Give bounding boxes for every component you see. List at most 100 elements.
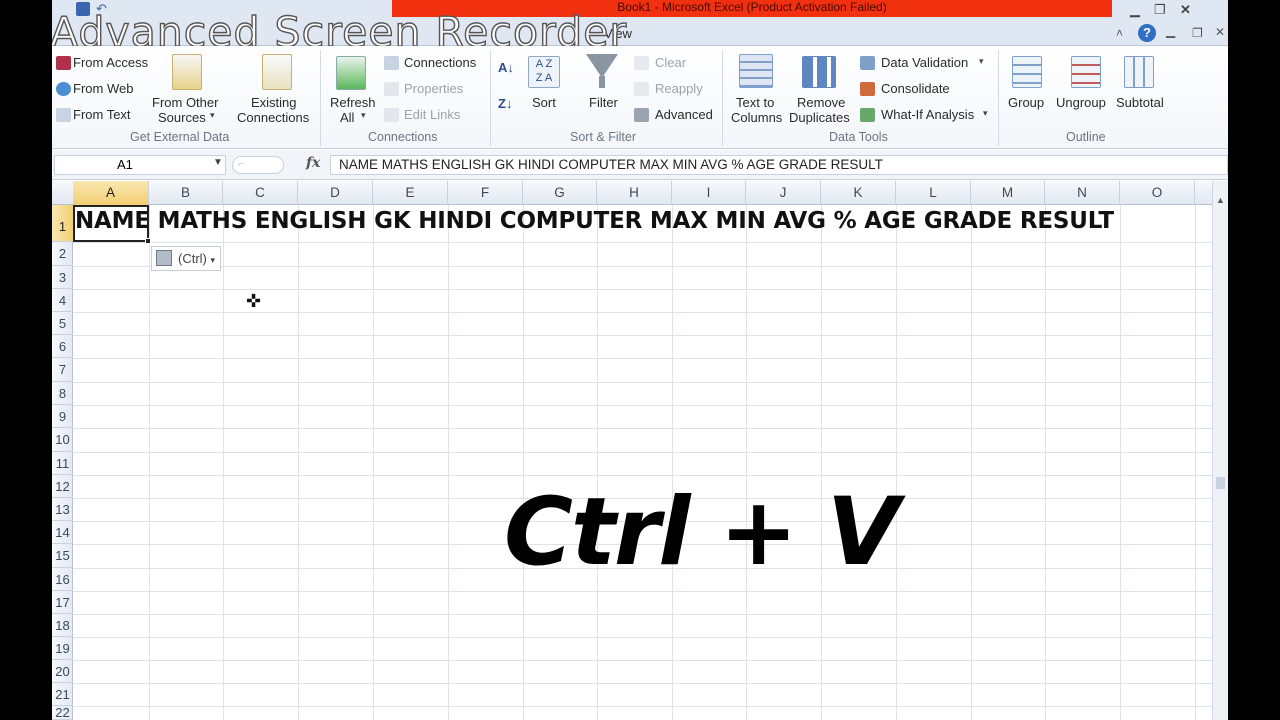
filter-funnel-stem [599, 76, 605, 88]
remove-duplicates-label2[interactable]: Duplicates [789, 110, 850, 125]
row-header-21[interactable]: 21 [52, 683, 73, 706]
column-header-c[interactable]: C [223, 181, 298, 205]
column-header-b[interactable]: B [149, 181, 223, 205]
group-connections: Connections [368, 130, 438, 144]
row-header-11[interactable]: 11 [52, 452, 73, 475]
ungroup-icon [1071, 56, 1101, 88]
column-header-j[interactable]: J [746, 181, 821, 205]
paste-options-button[interactable]: (Ctrl) ▾ [151, 246, 221, 271]
filter-funnel-icon [586, 54, 618, 78]
row-header-20[interactable]: 20 [52, 660, 73, 683]
row-header-17[interactable]: 17 [52, 591, 73, 614]
column-header-i[interactable]: I [672, 181, 746, 205]
fill-handle[interactable] [145, 238, 151, 244]
existing-label1[interactable]: Existing [251, 95, 297, 110]
data-validation-button[interactable]: Data Validation [881, 55, 968, 70]
row-header-3[interactable]: 3 [52, 266, 73, 289]
from-other-sources-label2[interactable]: Sources [158, 110, 206, 125]
help-icon[interactable]: ? [1138, 24, 1156, 42]
column-header-h[interactable]: H [597, 181, 672, 205]
cell-grid[interactable] [73, 205, 1228, 720]
vertical-scrollbar[interactable]: ▲ [1212, 181, 1228, 720]
ungroup-button[interactable]: Ungroup [1056, 95, 1106, 110]
from-text-button[interactable]: From Text [73, 107, 131, 122]
remove-duplicates-label1[interactable]: Remove [797, 95, 845, 110]
row-header-6[interactable]: 6 [52, 335, 73, 358]
from-other-sources-label1[interactable]: From Other [152, 95, 218, 110]
formula-bar-splitter-icon[interactable]: ⌐ [232, 156, 284, 174]
column-header-m[interactable]: M [971, 181, 1045, 205]
clear-button[interactable]: Clear [655, 55, 686, 70]
gridline-horizontal [73, 382, 1228, 383]
row-header-10[interactable]: 10 [52, 428, 73, 452]
sort-za-icon[interactable]: Z↓ [498, 96, 512, 111]
minimize-icon[interactable]: ▁ [1130, 2, 1140, 18]
name-box[interactable]: A1 ▼ [54, 155, 226, 175]
scroll-thumb[interactable] [1216, 477, 1225, 489]
close-icon[interactable]: ✕ [1180, 2, 1191, 18]
reapply-button[interactable]: Reapply [655, 81, 703, 96]
existing-label2[interactable]: Connections [237, 110, 309, 125]
sort-az-icon[interactable]: A↓ [498, 60, 514, 75]
cell-a1-content[interactable]: NAME MATHS ENGLISH GK HINDI COMPUTER MAX… [75, 208, 1114, 234]
row-header-12[interactable]: 12 [52, 475, 73, 498]
advanced-button[interactable]: Advanced [655, 107, 713, 122]
gridline-horizontal [73, 591, 1228, 592]
formula-bar: A1 ▼ ⌐ fx NAME MATHS ENGLISH GK HINDI CO… [52, 150, 1228, 180]
gridline-vertical [1045, 205, 1046, 720]
row-header-4[interactable]: 4 [52, 289, 73, 312]
paste-options-label: (Ctrl) [178, 251, 207, 266]
connections-button[interactable]: Connections [404, 55, 476, 70]
row-header-13[interactable]: 13 [52, 498, 73, 521]
fx-icon[interactable]: fx [306, 155, 320, 171]
from-web-button[interactable]: From Web [73, 81, 133, 96]
workbook-restore-icon[interactable]: ❐ [1192, 26, 1203, 40]
formula-input[interactable]: NAME MATHS ENGLISH GK HINDI COMPUTER MAX… [330, 155, 1228, 175]
row-header-8[interactable]: 8 [52, 382, 73, 405]
row-header-2[interactable]: 2 [52, 242, 73, 266]
text-to-columns-label2[interactable]: Columns [731, 110, 782, 125]
row-header-9[interactable]: 9 [52, 405, 73, 428]
ribbon-minimize-icon[interactable]: ▁ [1166, 24, 1175, 38]
dropdown-icon: ▾ [361, 110, 366, 120]
edit-links-button[interactable]: Edit Links [404, 107, 460, 122]
text-to-columns-label1[interactable]: Text to [736, 95, 774, 110]
active-cell-selection[interactable] [73, 205, 151, 244]
column-header-k[interactable]: K [821, 181, 896, 205]
globe-icon [56, 82, 71, 96]
group-button[interactable]: Group [1008, 95, 1044, 110]
column-header-g[interactable]: G [523, 181, 597, 205]
workbook-close-icon[interactable]: ✕ [1215, 25, 1225, 39]
row-header-15[interactable]: 15 [52, 544, 73, 568]
column-header-a[interactable]: A [73, 181, 149, 205]
consolidate-button[interactable]: Consolidate [881, 81, 950, 96]
column-header-f[interactable]: F [448, 181, 523, 205]
filter-button[interactable]: Filter [589, 95, 618, 110]
column-header-n[interactable]: N [1045, 181, 1120, 205]
refresh-all-label1[interactable]: Refresh [330, 95, 376, 110]
divider [998, 50, 999, 146]
what-if-analysis-button[interactable]: What-If Analysis [881, 107, 974, 122]
gridline-vertical [298, 205, 299, 720]
properties-button[interactable]: Properties [404, 81, 463, 96]
subtotal-button[interactable]: Subtotal [1116, 95, 1164, 110]
row-header-7[interactable]: 7 [52, 358, 73, 382]
column-header-o[interactable]: O [1120, 181, 1195, 205]
row-header-19[interactable]: 19 [52, 637, 73, 660]
sort-button[interactable]: Sort [532, 95, 556, 110]
column-header-e[interactable]: E [373, 181, 448, 205]
column-header-l[interactable]: L [896, 181, 971, 205]
row-header-18[interactable]: 18 [52, 614, 73, 637]
scroll-up-icon[interactable]: ▲ [1216, 195, 1225, 205]
refresh-all-label2[interactable]: All [340, 110, 354, 125]
row-header-16[interactable]: 16 [52, 568, 73, 591]
chevron-up-icon[interactable]: ˄ [1116, 26, 1123, 40]
restore-icon[interactable]: ❐ [1154, 2, 1166, 18]
row-header-22[interactable]: 22 [52, 706, 73, 720]
from-access-button[interactable]: From Access [73, 55, 148, 70]
name-box-dropdown-icon[interactable]: ▼ [213, 157, 223, 168]
row-header-5[interactable]: 5 [52, 312, 73, 335]
column-header-d[interactable]: D [298, 181, 373, 205]
row-header-1[interactable]: 1 [52, 205, 73, 242]
row-header-14[interactable]: 14 [52, 521, 73, 544]
